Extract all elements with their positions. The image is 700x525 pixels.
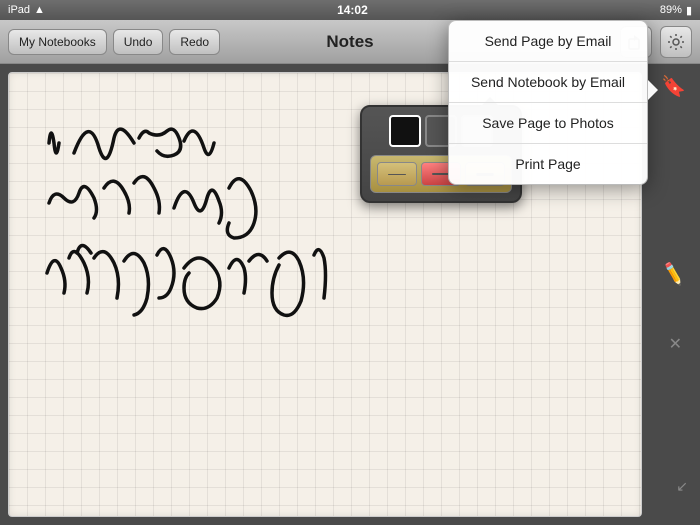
carrier-label: iPad xyxy=(8,4,30,16)
main-area: Send Page by Email Send Notebook by Emai… xyxy=(0,64,700,525)
color-black[interactable] xyxy=(389,115,421,147)
my-notebooks-button[interactable]: My Notebooks xyxy=(8,29,107,55)
size-small-button[interactable] xyxy=(377,162,417,186)
save-page-photos-button[interactable]: Save Page to Photos xyxy=(449,103,647,144)
popover-menu: Send Page by Email Send Notebook by Emai… xyxy=(448,20,648,185)
battery-label: 89% xyxy=(660,4,682,16)
undo-button[interactable]: Undo xyxy=(113,29,164,55)
print-page-button[interactable]: Print Page xyxy=(449,144,647,184)
page-title: Notes xyxy=(326,32,373,52)
popover-arrow xyxy=(648,80,658,100)
sidebar: 🔖 ✏️ ✕ ↙ xyxy=(650,64,700,525)
settings-icon[interactable] xyxy=(660,26,692,58)
battery-icon: ▮ xyxy=(686,4,692,17)
send-page-email-button[interactable]: Send Page by Email xyxy=(449,21,647,62)
size-small-indicator xyxy=(388,174,406,175)
pencil-icon[interactable]: ✏️ xyxy=(659,261,686,287)
status-bar: iPad ▲ 14:02 89% ▮ xyxy=(0,0,700,20)
status-time: 14:02 xyxy=(337,3,368,17)
wifi-icon: ▲ xyxy=(34,4,45,16)
popover-content: Send Page by Email Send Notebook by Emai… xyxy=(448,20,648,185)
bookmark-icon[interactable]: 🔖 xyxy=(661,74,686,99)
redo-button[interactable]: Redo xyxy=(169,29,220,55)
send-notebook-email-button[interactable]: Send Notebook by Email xyxy=(449,62,647,103)
clear-icon[interactable]: ✕ xyxy=(669,334,682,354)
navigation-arrow-icon[interactable]: ↙ xyxy=(676,478,688,495)
